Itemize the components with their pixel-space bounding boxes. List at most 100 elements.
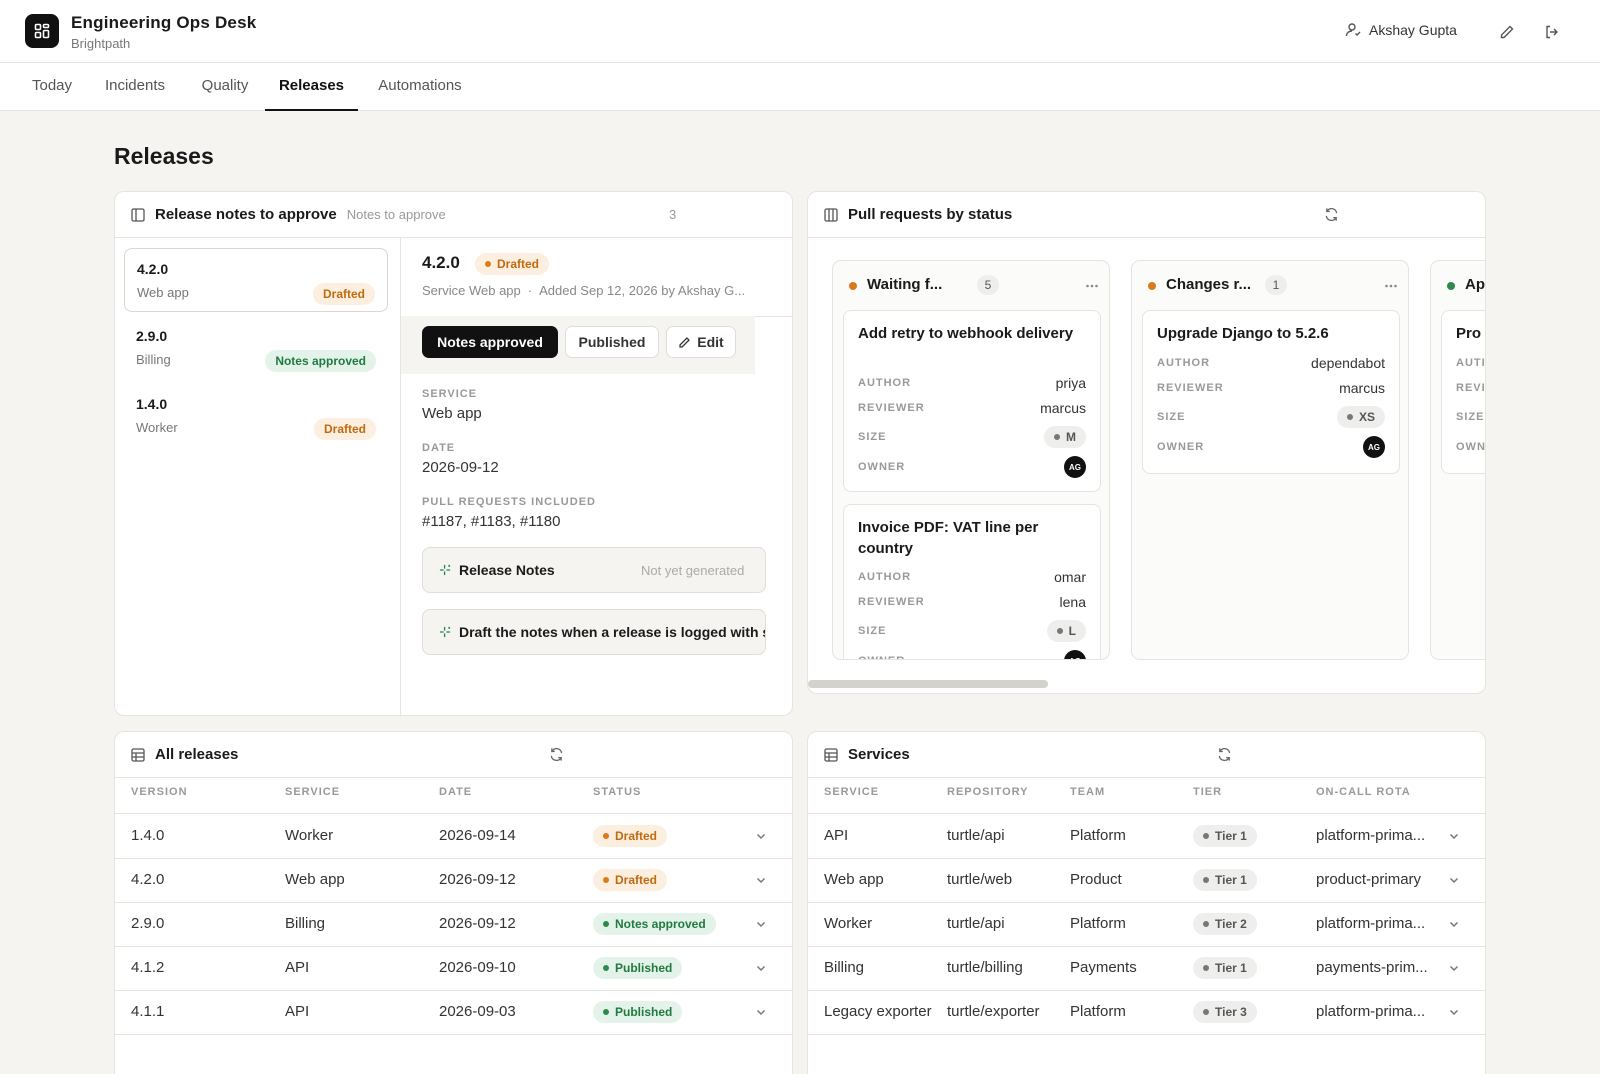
tab-quality[interactable]: Quality xyxy=(188,63,262,111)
chevron-down-icon[interactable] xyxy=(755,962,767,974)
table-row[interactable]: 4.2.0 Web app 2026-09-12 Drafted xyxy=(115,859,792,903)
column-header[interactable]: REPOSITORY xyxy=(947,786,1029,798)
card-header: All releases xyxy=(115,732,792,778)
column-header[interactable]: STATUS xyxy=(593,786,641,798)
user-menu[interactable]: Akshay Gupta xyxy=(1345,22,1457,38)
chevron-down-icon[interactable] xyxy=(1448,830,1460,842)
status-badge: Published xyxy=(593,1001,683,1023)
horizontal-scrollbar[interactable] xyxy=(808,680,1048,688)
release-service: Worker xyxy=(285,827,334,844)
table-row[interactable]: 4.1.2 API 2026-09-10 Published xyxy=(115,947,792,991)
status-badge: Published xyxy=(593,957,683,979)
automation-box[interactable]: Draft the notes when a release is logged… xyxy=(422,609,766,655)
release-detail: 4.2.0 Drafted Service Web app · Added Sep … xyxy=(401,238,792,715)
service-repo: turtle/api xyxy=(947,827,1005,844)
card-header: Release notes to approve Notes to approve… xyxy=(115,192,792,238)
automation-text: Draft the notes when a release is logged… xyxy=(459,624,765,640)
more-icon[interactable] xyxy=(1085,279,1099,293)
card-title: All releases xyxy=(155,746,239,763)
refresh-icon[interactable] xyxy=(1217,747,1232,762)
column-header[interactable]: TEAM xyxy=(1070,786,1105,798)
release-item[interactable]: 1.4.0 Worker Drafted xyxy=(124,384,388,448)
action-bar: Notes approved Published Edit xyxy=(401,316,755,374)
service-team: Payments xyxy=(1070,959,1137,976)
table-row[interactable]: 1.4.0 Worker 2026-09-14 Drafted xyxy=(115,815,792,859)
more-icon[interactable] xyxy=(1384,279,1398,293)
service-name: API xyxy=(824,827,849,844)
column-title: Waiting f... xyxy=(867,276,943,293)
pr-size-row: SIZE M xyxy=(858,426,1086,448)
detail-version: 4.2.0 xyxy=(422,253,460,272)
pr-card[interactable]: Invoice PDF: VAT line per country AUTHOR… xyxy=(843,504,1101,659)
notes-approved-button[interactable]: Notes approved xyxy=(422,326,558,358)
pr-reviewer: marcus xyxy=(1339,380,1385,396)
chevron-down-icon[interactable] xyxy=(755,1006,767,1018)
table-row[interactable]: Legacy exporter turtle/exporter Platform Ti… xyxy=(808,991,1485,1035)
user-name: Akshay Gupta xyxy=(1369,22,1457,38)
table-row[interactable]: Worker turtle/api Platform Tier 2 platform-p… xyxy=(808,903,1485,947)
chevron-down-icon[interactable] xyxy=(755,830,767,842)
tab-automations[interactable]: Automations xyxy=(365,63,475,111)
release-item[interactable]: 2.9.0 Billing Notes approved xyxy=(124,316,388,380)
release-service: API xyxy=(285,1003,310,1020)
pr-card[interactable]: Upgrade Django to 5.2.6 AUTHOR dependabot… xyxy=(1142,310,1400,474)
pull-requests-card: Pull requests by status Waiting f... 5 A… xyxy=(807,191,1486,694)
table-row[interactable]: 4.1.1 API 2026-09-03 Published xyxy=(115,991,792,1035)
refresh-icon[interactable] xyxy=(1324,207,1339,222)
tab-today[interactable]: Today xyxy=(18,63,86,111)
chevron-down-icon[interactable] xyxy=(755,874,767,886)
column-header[interactable]: SERVICE xyxy=(824,786,879,798)
column-header[interactable]: SERVICE xyxy=(285,786,340,798)
column-header[interactable]: VERSION xyxy=(131,786,188,798)
pr-size-row: SIZE xyxy=(1456,411,1485,423)
chevron-down-icon[interactable] xyxy=(1448,1006,1460,1018)
pr-size-row: SIZE L xyxy=(858,620,1086,642)
service-team: Product xyxy=(1070,871,1122,888)
pr-title: Invoice PDF: VAT line per country xyxy=(858,519,1039,557)
column-header[interactable]: ON-CALL ROTA xyxy=(1316,786,1411,798)
table-row[interactable]: Billing turtle/billing Payments Tier 1 payme… xyxy=(808,947,1485,991)
card-subtitle: Notes to approve xyxy=(346,207,446,222)
tab-releases[interactable]: Releases xyxy=(265,63,358,111)
card-header: Services xyxy=(808,732,1485,778)
tier-badge: Tier 1 xyxy=(1193,869,1257,891)
app-subtitle: Brightpath xyxy=(71,36,131,51)
status-badge: Drafted xyxy=(475,253,550,275)
release-item[interactable]: 4.2.0 Web app Drafted xyxy=(124,248,388,312)
release-version: 2.9.0 xyxy=(131,915,165,932)
table-row[interactable]: Web app turtle/web Product Tier 1 product-pr… xyxy=(808,859,1485,903)
table-row[interactable]: 2.9.0 Billing 2026-09-12 Notes approved xyxy=(115,903,792,947)
column-header[interactable]: TIER xyxy=(1193,786,1222,798)
prs-value: #1187, #1183, #1180 xyxy=(422,513,561,530)
pencil-icon xyxy=(1500,25,1514,39)
pr-card[interactable]: Add retry to webhook delivery AUTHOR priy… xyxy=(843,310,1101,492)
release-service: Web app xyxy=(137,285,189,300)
edit-profile-button[interactable] xyxy=(1495,20,1519,44)
avatar[interactable]: AG xyxy=(1363,436,1385,458)
published-button[interactable]: Published xyxy=(565,326,659,358)
release-notes-box[interactable]: Release Notes Not yet generated xyxy=(422,547,766,593)
table-row[interactable]: API turtle/api Platform Tier 1 platform-prim… xyxy=(808,815,1485,859)
chevron-down-icon[interactable] xyxy=(755,918,767,930)
oncall-rota: platform-prima... xyxy=(1316,1003,1426,1020)
avatar[interactable]: AG xyxy=(1064,456,1086,478)
card-title: Pull requests by status xyxy=(848,206,1013,223)
tab-incidents[interactable]: Incidents xyxy=(96,63,174,111)
table-header: VERSION SERVICE DATE STATUS xyxy=(115,778,792,814)
status-badge: Drafted xyxy=(313,418,376,440)
edit-button[interactable]: Edit xyxy=(666,326,736,358)
release-service: Worker xyxy=(136,420,178,435)
logout-button[interactable] xyxy=(1540,20,1564,44)
refresh-icon[interactable] xyxy=(549,747,564,762)
pr-card[interactable]: Pro AUTI REVI SIZE OWN xyxy=(1441,310,1485,474)
detail-meta: Service Web app · Added Sep 12, 2026 by Ak… xyxy=(422,283,746,298)
chevron-down-icon[interactable] xyxy=(1448,918,1460,930)
services-card: Services SERVICE REPOSITORY TEAM TIER ON… xyxy=(807,731,1486,1074)
column-header[interactable]: DATE xyxy=(439,786,472,798)
app-logo[interactable] xyxy=(25,14,59,48)
avatar[interactable]: AG xyxy=(1064,650,1086,659)
chevron-down-icon[interactable] xyxy=(1448,962,1460,974)
chevron-down-icon[interactable] xyxy=(1448,874,1460,886)
page-title: Releases xyxy=(114,143,214,169)
release-version: 4.1.1 xyxy=(131,1003,165,1020)
